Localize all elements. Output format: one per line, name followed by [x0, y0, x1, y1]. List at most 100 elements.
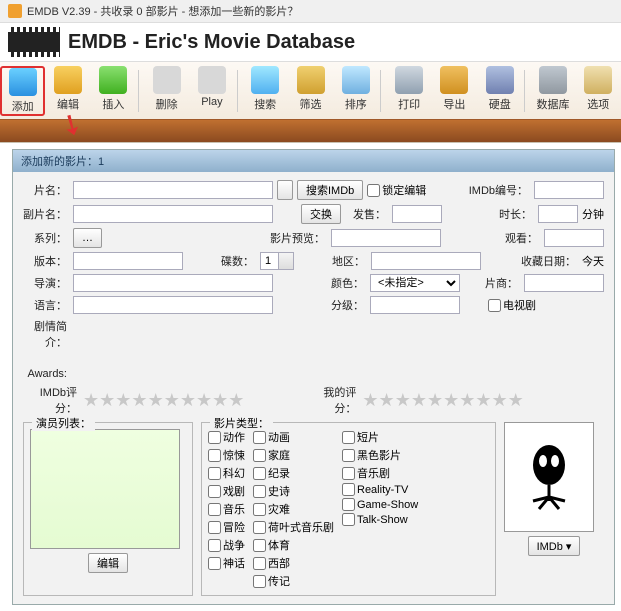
clear-button[interactable]: [277, 180, 293, 200]
grade-input[interactable]: [370, 296, 460, 314]
genre-checkbox[interactable]: Talk-Show: [342, 513, 418, 526]
lock-edit-checkbox[interactable]: 锁定编辑: [367, 182, 426, 198]
actor-list[interactable]: [30, 429, 180, 549]
genre-checkbox[interactable]: 纪录: [253, 465, 334, 481]
label-region: 地区：: [332, 253, 367, 269]
release-input[interactable]: [392, 205, 442, 223]
label-awards: Awards:: [23, 368, 69, 380]
imdb-rating-stars[interactable]: ★★★★★★★★★★: [83, 391, 244, 409]
genre-checkbox[interactable]: 黑色影片: [342, 447, 418, 463]
label-grade: 分级：: [331, 297, 366, 313]
label-studio: 片商：: [485, 275, 520, 291]
label-language: 语言：: [23, 297, 69, 313]
window-title-bar: EMDB V2.39 - 共收录 0 部影片 - 想添加一些新的影片？: [0, 0, 621, 23]
duration-input[interactable]: [538, 205, 578, 223]
label-my-rating: 我的评分：: [302, 384, 358, 416]
genre-checkbox[interactable]: 冒险: [208, 519, 245, 535]
label-version: 版本：: [23, 253, 69, 269]
label-watched: 观看：: [505, 230, 540, 246]
genre-checkbox[interactable]: 动作: [208, 429, 245, 445]
genre-checkbox[interactable]: 戏剧: [208, 483, 245, 499]
genre-checkbox[interactable]: Game-Show: [342, 498, 418, 511]
actors-group: 演员列表： 编辑: [23, 422, 193, 596]
genre-checkbox[interactable]: 动画: [253, 429, 334, 445]
region-input[interactable]: [371, 252, 481, 270]
add-movie-dialog: 添加新的影片：1 片名： 搜索IMDb 锁定编辑 IMDb编号： 副片名： 交换…: [12, 149, 615, 605]
window-title: EMDB V2.39 - 共收录 0 部影片 - 想添加一些新的影片？: [27, 3, 298, 19]
toolbar-add[interactable]: 添加: [0, 66, 45, 116]
genre-checkbox[interactable]: Reality-TV: [342, 483, 418, 496]
watched-input[interactable]: [544, 229, 604, 247]
tv-checkbox[interactable]: 电视剧: [488, 297, 536, 313]
genre-checkbox[interactable]: 荷叶式音乐剧: [253, 519, 334, 535]
toolbar-print[interactable]: 打印: [386, 66, 431, 116]
label-plot: 剧情简介：: [23, 318, 69, 350]
film-icon: [8, 27, 60, 57]
toolbar-search[interactable]: 搜索: [243, 66, 288, 116]
genre-checkbox[interactable]: 家庭: [253, 447, 334, 463]
label-release: 发售：: [353, 206, 388, 222]
label-alt-name: 副片名：: [23, 206, 69, 222]
edit-actors-button[interactable]: 编辑: [88, 553, 128, 573]
label-preview: 影片预览：: [270, 230, 327, 246]
label-movie-name: 片名：: [23, 182, 69, 198]
label-fav-date: 收藏日期：: [521, 253, 578, 269]
my-rating-stars[interactable]: ★★★★★★★★★★: [362, 391, 523, 409]
director-input[interactable]: [73, 274, 273, 292]
genres-group: 影片类型： 动作惊悚科幻戏剧音乐冒险战争神话 动画家庭纪录史诗灾难荷叶式音乐剧体…: [201, 422, 496, 596]
series-pick-button[interactable]: …: [73, 228, 102, 248]
preview-input[interactable]: [331, 229, 441, 247]
genre-checkbox[interactable]: 灾难: [253, 501, 334, 517]
toolbar-delete[interactable]: 删除: [144, 66, 189, 116]
studio-input[interactable]: [524, 274, 604, 292]
search-imdb-button[interactable]: 搜索IMDb: [297, 180, 363, 200]
genre-checkbox[interactable]: 传记: [253, 573, 334, 589]
genre-checkbox[interactable]: 史诗: [253, 483, 334, 499]
genre-checkbox[interactable]: 西部: [253, 555, 334, 571]
label-discs: 碟数：: [221, 253, 256, 269]
genre-checkbox[interactable]: 惊悚: [208, 447, 245, 463]
actors-legend: 演员列表：: [32, 415, 95, 431]
language-input[interactable]: [73, 296, 273, 314]
dialog-title: 添加新的影片：1: [13, 150, 614, 172]
toolbar-disk[interactable]: 硬盘: [477, 66, 522, 116]
movie-name-input[interactable]: [73, 181, 273, 199]
label-duration: 时长：: [499, 206, 534, 222]
toolbar-edit[interactable]: 编辑: [45, 66, 90, 116]
label-director: 导演：: [23, 275, 69, 291]
toolbar-export[interactable]: 导出: [432, 66, 477, 116]
app-title: EMDB - Eric's Movie Database: [68, 31, 355, 54]
label-color: 颜色：: [331, 275, 366, 291]
genre-checkbox[interactable]: 科幻: [208, 465, 245, 481]
label-imdb-no: IMDb编号：: [469, 182, 530, 198]
toolbar-sort[interactable]: 排序: [333, 66, 378, 116]
today-link[interactable]: 今天: [582, 253, 604, 269]
color-select[interactable]: <未指定>: [370, 274, 460, 292]
genre-checkbox[interactable]: 短片: [342, 429, 418, 445]
label-minutes: 分钟: [582, 206, 604, 222]
genre-checkbox[interactable]: 体育: [253, 537, 334, 553]
toolbar-filter[interactable]: 筛选: [288, 66, 333, 116]
poster-thumbnail: [504, 422, 594, 532]
imdb-poster-button[interactable]: IMDb ▾: [528, 536, 581, 556]
swap-button[interactable]: 交换: [301, 204, 341, 224]
genres-legend: 影片类型：: [210, 415, 273, 431]
app-header: EMDB - Eric's Movie Database: [0, 23, 621, 61]
genre-checkbox[interactable]: 音乐剧: [342, 465, 418, 481]
version-input[interactable]: [73, 252, 183, 270]
placeholder-alien-icon: [519, 437, 579, 517]
genre-checkbox[interactable]: 神话: [208, 555, 245, 571]
label-series: 系列：: [23, 230, 69, 246]
label-imdb-rating: IMDb评分：: [23, 384, 79, 416]
main-toolbar: 添加 编辑 插入 删除 Play 搜索 筛选 排序 打印 导出 硬盘 数据库 选…: [0, 61, 621, 143]
alt-name-input[interactable]: [73, 205, 273, 223]
genre-checkbox[interactable]: 战争: [208, 537, 245, 553]
toolbar-insert[interactable]: 插入: [91, 66, 136, 116]
toolbar-options[interactable]: 选项: [576, 66, 621, 116]
genre-checkbox[interactable]: 音乐: [208, 501, 245, 517]
app-icon: [8, 4, 22, 18]
toolbar-database[interactable]: 数据库: [530, 66, 575, 116]
toolbar-play[interactable]: Play: [189, 66, 234, 116]
discs-spinner[interactable]: 1: [260, 252, 294, 270]
imdb-no-input[interactable]: [534, 181, 604, 199]
